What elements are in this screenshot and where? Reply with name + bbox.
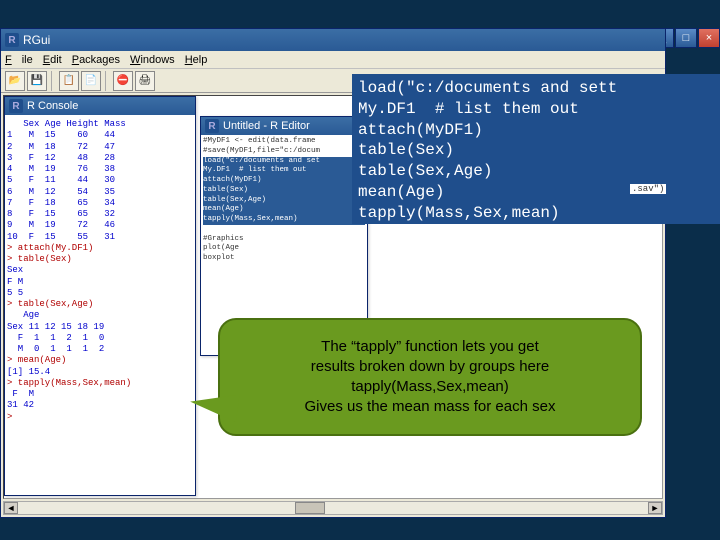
console-title-bar[interactable]: R R Console — [5, 97, 195, 115]
r-logo-icon: R — [205, 119, 219, 133]
code-fragment: .sav") — [630, 184, 666, 194]
menu-file[interactable]: File — [5, 54, 33, 66]
toolbar-separator — [105, 71, 109, 91]
menu-windows[interactable]: Windows — [130, 54, 175, 66]
editor-title: Untitled - R Editor — [223, 120, 310, 132]
scroll-thumb[interactable] — [295, 502, 325, 514]
scroll-left-icon[interactable]: ◄ — [4, 502, 18, 514]
r-logo-icon: R — [5, 33, 19, 47]
r-console-window: R R Console Sex Age Height Mass 1 M 15 6… — [4, 96, 196, 496]
app-title: RGui — [23, 33, 50, 47]
console-output[interactable]: Sex Age Height Mass 1 M 15 60 44 2 M 18 … — [5, 115, 195, 427]
r-logo-icon: R — [9, 99, 23, 113]
toolbar-save-icon[interactable]: 💾 — [27, 71, 47, 91]
menu-edit[interactable]: Edit — [43, 54, 62, 66]
editor-title-bar[interactable]: R Untitled - R Editor — [201, 117, 367, 135]
toolbar-stop-icon[interactable]: ⛔ — [113, 71, 133, 91]
enlarged-code-overlay: load("c:/documents and sett My.DF1 # lis… — [352, 74, 720, 224]
toolbar-open-icon[interactable]: 📂 — [5, 71, 25, 91]
scroll-right-icon[interactable]: ► — [648, 502, 662, 514]
close-button[interactable]: × — [698, 28, 720, 48]
horizontal-scrollbar[interactable]: ◄ ► — [3, 501, 663, 515]
callout-line: tapply(Mass,Sex,mean) — [305, 377, 556, 397]
callout-line: Gives us the mean mass for each sex — [305, 397, 556, 417]
menu-help[interactable]: Help — [185, 54, 208, 66]
callout-line: The “tapply” function lets you get — [305, 337, 556, 357]
scroll-track[interactable] — [18, 502, 648, 514]
explanation-callout: The “tapply” function lets you get resul… — [218, 318, 642, 436]
menu-bar: File Edit Packages Windows Help — [1, 51, 665, 69]
toolbar-print-icon[interactable]: 🖨 — [135, 71, 155, 91]
toolbar-paste-icon[interactable]: 📄 — [81, 71, 101, 91]
toolbar-copy-icon[interactable]: 📋 — [59, 71, 79, 91]
maximize-button[interactable]: □ — [675, 28, 697, 48]
menu-packages[interactable]: Packages — [72, 54, 120, 66]
title-bar: R RGui — [1, 29, 665, 51]
console-title: R Console — [27, 100, 78, 112]
editor-text[interactable]: #MyDF1 <- edit(data.frame #save(MyDF1,fi… — [201, 135, 367, 266]
toolbar-separator — [51, 71, 55, 91]
callout-line: results broken down by groups here — [305, 357, 556, 377]
